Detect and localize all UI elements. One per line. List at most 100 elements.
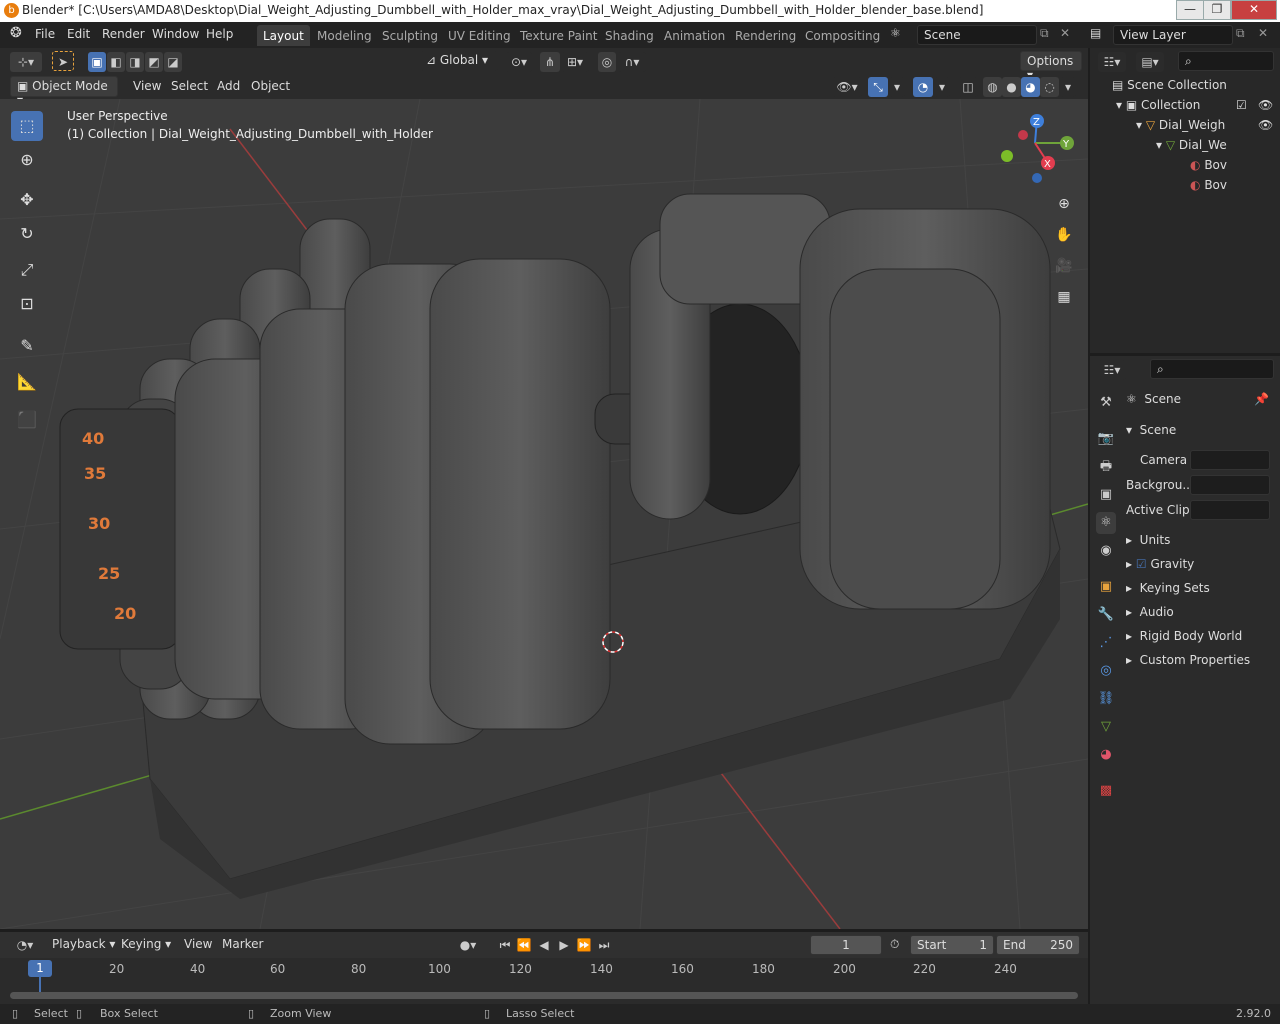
snap-target-icon[interactable]: ⊞▾ (561, 52, 589, 72)
overlay-toggle-icon[interactable]: ◔ (913, 77, 933, 97)
tab-world-icon[interactable]: ◉ (1096, 540, 1116, 562)
scene-selector-icon[interactable]: ⚛ (890, 26, 901, 40)
timeline-editor-icon[interactable]: ◔▾ (10, 935, 40, 955)
tab-material-icon[interactable]: ◕ (1096, 744, 1116, 766)
new-scene-icon[interactable]: ⧉ (1040, 26, 1049, 41)
proportional-edit-icon[interactable]: ◎ (598, 52, 616, 72)
ortho-toggle-icon[interactable]: ▦ (1051, 284, 1077, 310)
collection-checkbox-icon[interactable]: ☑ (1236, 98, 1247, 118)
pivot-point-icon[interactable]: ⊙▾ (506, 52, 532, 72)
navigation-gizmo[interactable]: Z Y X (1001, 114, 1074, 183)
tab-particles-icon[interactable]: ⋰ (1096, 632, 1116, 654)
audio-panel[interactable]: ▸ Audio (1126, 605, 1174, 619)
shading-solid-icon[interactable]: ● (1002, 77, 1021, 97)
properties-search-input[interactable]: ⌕ (1150, 359, 1274, 379)
rigid-body-world-panel[interactable]: ▸ Rigid Body World (1126, 629, 1242, 643)
menu-view[interactable]: View (133, 79, 161, 93)
collection-visibility-icon[interactable]: 👁 (1258, 98, 1273, 118)
tab-animation[interactable]: Animation (658, 25, 731, 46)
camera-view-icon[interactable]: 🎥 (1051, 253, 1077, 279)
overlay-dropdown-icon[interactable]: ▾ (934, 77, 950, 97)
units-panel[interactable]: ▸ Units (1126, 533, 1170, 547)
menu-render[interactable]: Render (102, 27, 145, 41)
close-button[interactable]: ✕ (1231, 0, 1277, 20)
custom-properties-panel[interactable]: ▸ Custom Properties (1126, 653, 1250, 667)
scene-field[interactable]: Scene (917, 25, 1037, 45)
background-field[interactable] (1190, 475, 1270, 495)
shading-material-icon[interactable]: ◕ (1021, 77, 1040, 97)
tool-cursor[interactable]: ⊕ (11, 145, 43, 175)
outliner-material-1[interactable]: ◐ Bov (1190, 158, 1227, 178)
remove-view-layer-icon[interactable]: ✕ (1258, 26, 1268, 40)
outliner-material-2[interactable]: ◐ Bov (1190, 178, 1227, 198)
jump-start-icon[interactable]: ⏮ (496, 935, 514, 955)
editor-type-icon[interactable]: ⊹▾ (10, 52, 42, 72)
outliner-scene-collection[interactable]: ▤ Scene Collection (1112, 78, 1227, 98)
remove-scene-icon[interactable]: ✕ (1060, 26, 1070, 40)
select-mode-subtract-icon[interactable]: ◨ (126, 52, 144, 72)
scene-panel-header[interactable]: ▾ Scene (1126, 423, 1176, 437)
tool-annotate[interactable]: ✎ (11, 331, 43, 361)
menu-select[interactable]: Select (171, 79, 208, 93)
tab-sculpting[interactable]: Sculpting (376, 25, 444, 46)
tab-render-icon[interactable]: 📷 (1096, 428, 1116, 450)
pin-icon[interactable]: 📌 (1254, 392, 1269, 406)
tab-tool-icon[interactable]: ⚒ (1096, 392, 1116, 414)
tool-measure[interactable]: 📐 (11, 367, 43, 397)
gravity-panel[interactable]: ▸ ☑ Gravity (1126, 557, 1194, 571)
current-frame-field[interactable]: 1 (810, 935, 882, 955)
shading-dropdown-icon[interactable]: ▾ (1060, 77, 1076, 97)
tool-rotate[interactable]: ↻ (11, 219, 43, 249)
tool-add-cube[interactable]: ⬛ (11, 405, 43, 435)
menu-file[interactable]: File (35, 27, 55, 41)
tab-modeling[interactable]: Modeling (311, 25, 378, 46)
snap-toggle-icon[interactable]: ⋔ (540, 52, 560, 72)
blender-menu-icon[interactable]: ❂ (10, 25, 22, 41)
tab-scene-icon[interactable]: ⚛ (1096, 512, 1116, 534)
outliner-collection[interactable]: ▾ ▣ Collection (1116, 98, 1200, 118)
tab-uv-editing[interactable]: UV Editing (442, 25, 517, 46)
tab-modifier-icon[interactable]: 🔧 (1096, 604, 1116, 626)
play-reverse-icon[interactable]: ◀ (535, 935, 553, 955)
select-mode-intersect-icon[interactable]: ◪ (164, 52, 182, 72)
menu-help[interactable]: Help (206, 27, 233, 41)
view-layer-icon[interactable]: ▤ (1090, 26, 1101, 40)
end-frame-field[interactable]: End 250 (996, 935, 1080, 955)
start-frame-field[interactable]: Start 1 (910, 935, 994, 955)
options-dropdown[interactable]: Options ▾ (1020, 51, 1082, 82)
select-mode-new-icon[interactable]: ▣ (88, 52, 106, 72)
record-icon[interactable]: ●▾ (450, 935, 486, 955)
jump-keyframe-back-icon[interactable]: ⏪ (515, 935, 533, 955)
new-view-layer-icon[interactable]: ⧉ (1236, 26, 1245, 41)
tool-select-box[interactable]: ⬚ (11, 111, 43, 141)
minimize-button[interactable]: — (1176, 0, 1204, 20)
tool-transform[interactable]: ⊡ (11, 289, 43, 319)
tab-rendering[interactable]: Rendering (729, 25, 802, 46)
tab-layout[interactable]: Layout (257, 25, 310, 46)
use-preview-range-icon[interactable]: ⏱ (890, 937, 899, 952)
keying-sets-panel[interactable]: ▸ Keying Sets (1126, 581, 1210, 595)
jump-keyframe-forward-icon[interactable]: ⏩ (575, 935, 593, 955)
outliner-display-mode-icon[interactable]: ▤▾ (1136, 52, 1164, 72)
pan-view-icon[interactable]: ✋ (1051, 222, 1077, 248)
gizmo-dropdown-icon[interactable]: ▾ (889, 77, 905, 97)
outliner-mesh[interactable]: ▾ ▽ Dial_We (1156, 138, 1227, 158)
playback-dropdown[interactable]: Playback ▾ (52, 937, 115, 951)
jump-end-icon[interactable]: ⏭ (595, 935, 613, 955)
shading-wireframe-icon[interactable]: ◍ (983, 77, 1002, 97)
maximize-button[interactable]: ❐ (1203, 0, 1231, 20)
playhead[interactable]: 1 (28, 960, 52, 977)
tab-object-icon[interactable]: ▣ (1096, 576, 1116, 598)
3d-viewport[interactable]: 40 35 30 25 20 Z Y X ⬚ ⊕ ✥ ↻ ⤢ ⊡ ✎ 📐 ⬛ U… (0, 99, 1088, 929)
menu-object[interactable]: Object (251, 79, 290, 93)
view-layer-field[interactable]: View Layer (1113, 25, 1233, 45)
menu-window[interactable]: Window (152, 27, 199, 41)
tab-view-layer-icon[interactable]: ▣ (1096, 484, 1116, 506)
mode-dropdown[interactable]: ▣ Object Mode ▾ (10, 76, 118, 107)
select-mode-extend-icon[interactable]: ◧ (107, 52, 125, 72)
tab-texture-paint[interactable]: Texture Paint (514, 25, 603, 46)
active-clip-field[interactable] (1190, 500, 1270, 520)
keying-dropdown[interactable]: Keying ▾ (121, 937, 171, 951)
menu-edit[interactable]: Edit (67, 27, 90, 41)
tab-constraints-icon[interactable]: ⛓ (1096, 688, 1116, 710)
